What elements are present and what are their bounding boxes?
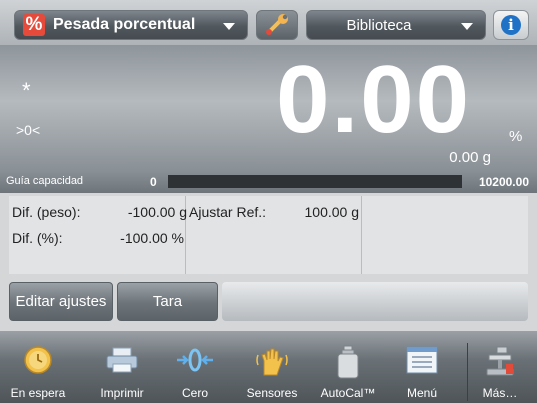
info-icon: i — [501, 15, 521, 35]
toolbar-label: Imprimir — [100, 386, 144, 400]
diff-weight-value: -100.00 g — [127, 204, 187, 220]
toolbar-label: Menú — [406, 386, 438, 400]
application-label: Pesada porcentual — [53, 16, 196, 33]
printer-icon — [106, 347, 138, 373]
center-of-zero-indicator: >0< — [16, 122, 41, 138]
sensors-button[interactable]: Sensores — [240, 331, 304, 403]
diff-weight-label: Dif. (peso): — [12, 204, 81, 220]
secondary-reading: 0.00 g — [449, 149, 491, 166]
toolbar-label: Más… — [482, 386, 518, 400]
library-dropdown[interactable]: Biblioteca — [306, 10, 486, 40]
toolbar-label: Cero — [181, 386, 208, 400]
wrench-button[interactable] — [256, 10, 298, 40]
toolbar-label: Sensores — [246, 386, 298, 400]
diff-percent-value: -100.00 % — [120, 230, 184, 246]
zero-button[interactable]: Cero — [164, 331, 226, 403]
capacity-guide: Guía capacidad 0 10200.00 — [0, 170, 537, 193]
hand-sensor-icon — [256, 348, 288, 376]
application-dropdown[interactable]: % Pesada porcentual — [14, 10, 248, 40]
stability-indicator: * — [22, 78, 31, 103]
wrench-icon — [266, 14, 288, 35]
capacity-track — [168, 175, 462, 188]
more-scale-icon — [486, 346, 514, 376]
adjust-ref-value: 100.00 g — [304, 204, 360, 220]
main-reading: 0.00 — [276, 46, 471, 153]
toolbar-label: En espera — [10, 386, 66, 400]
percent-icon: % — [23, 14, 45, 36]
edit-settings-button[interactable]: Editar ajustes — [9, 282, 113, 321]
menu-button[interactable]: Menú — [392, 331, 452, 403]
reference-data-panel: Dif. (peso): -100.00 g Dif. (%): -100.00… — [9, 196, 528, 274]
menu-list-icon — [406, 346, 438, 374]
toolbar-label: AutoCal™ — [320, 386, 376, 400]
action-row-blank — [222, 282, 528, 321]
tare-button[interactable]: Tara — [117, 282, 218, 321]
main-unit: % — [509, 128, 523, 145]
capacity-max: 10200.00 — [478, 175, 529, 189]
toolbar-separator — [467, 343, 468, 401]
capacity-label: Guía capacidad — [6, 175, 84, 187]
chevron-down-icon — [461, 23, 473, 30]
autocal-button[interactable]: AutoCal™ — [314, 331, 382, 403]
bottom-toolbar: En espera Imprimir Cero Sensores AutoCal… — [0, 331, 537, 403]
capacity-min: 0 — [150, 175, 157, 189]
adjust-ref-label: Ajustar Ref.: — [189, 204, 267, 220]
chevron-down-icon — [223, 23, 235, 30]
top-bar: % Pesada porcentual Biblioteca i — [0, 0, 537, 45]
more-button[interactable]: Más… — [470, 331, 530, 403]
zero-arrows-icon — [177, 348, 213, 372]
print-button[interactable]: Imprimir — [86, 331, 158, 403]
info-button[interactable]: i — [493, 10, 529, 40]
standby-button[interactable]: En espera — [0, 331, 76, 403]
column-divider — [361, 196, 362, 274]
standby-clock-icon — [24, 346, 52, 374]
calibration-weight-icon — [337, 345, 359, 379]
library-label: Biblioteca — [346, 17, 412, 34]
diff-percent-label: Dif. (%): — [12, 230, 63, 246]
